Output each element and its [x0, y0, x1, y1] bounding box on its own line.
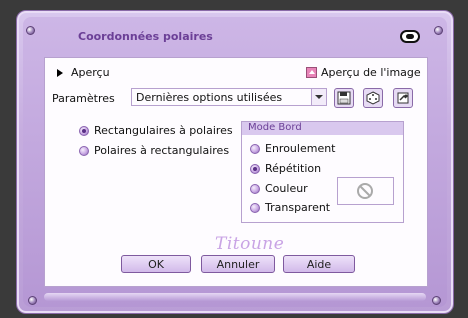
- save-preset-button[interactable]: [334, 88, 354, 108]
- radio-icon: [79, 145, 89, 156]
- wrap-radio[interactable]: Enroulement: [250, 142, 336, 155]
- transparent-label: Transparent: [265, 201, 331, 214]
- parameters-label: Paramètres: [52, 92, 115, 105]
- bottom-decor-bar: [44, 293, 426, 301]
- edge-mode-group: Mode Bord Enroulement Répétition Couleur…: [241, 121, 404, 223]
- reset-button[interactable]: [393, 88, 413, 108]
- dialog-panel: Aperçu Aperçu de l'image Paramètres Dern…: [44, 57, 428, 287]
- radio-icon: [250, 183, 260, 194]
- color-swatch[interactable]: [337, 177, 394, 205]
- preset-select-value: Dernières options utilisées: [136, 91, 283, 104]
- radio-icon: [250, 143, 260, 154]
- preset-select[interactable]: Dernières options utilisées: [131, 88, 327, 106]
- signature-watermark: Titoune: [215, 234, 285, 254]
- edge-mode-title: Mode Bord: [248, 122, 302, 133]
- repeat-label: Répétition: [265, 162, 322, 175]
- floppy-disk-icon: [337, 91, 351, 105]
- chevron-down-icon[interactable]: [311, 89, 326, 105]
- expand-arrow-icon: [57, 68, 63, 77]
- polar-to-rect-radio[interactable]: Polaires à rectangulaires: [79, 144, 229, 157]
- title-bar: Coordonnées polaires: [30, 24, 430, 50]
- rect-to-polar-label: Rectangulaires à polaires: [94, 124, 233, 137]
- edge-mode-header: Mode Bord: [242, 122, 403, 135]
- ok-button[interactable]: OK: [121, 255, 191, 273]
- cancel-button[interactable]: Annuler: [201, 255, 275, 273]
- parameters-label-row: Paramètres: [52, 92, 115, 105]
- random-button[interactable]: [363, 88, 383, 108]
- dice-icon: [366, 91, 380, 105]
- dialog-title: Coordonnées polaires: [78, 30, 213, 43]
- polar-to-rect-label: Polaires à rectangulaires: [94, 144, 230, 157]
- image-preview-label: Aperçu de l'image: [321, 66, 421, 79]
- wrap-label: Enroulement: [265, 142, 336, 155]
- reset-icon: [397, 92, 409, 104]
- rect-to-polar-radio[interactable]: Rectangulaires à polaires: [79, 124, 233, 137]
- help-button[interactable]: Aide: [283, 255, 355, 273]
- repeat-radio[interactable]: Répétition: [250, 162, 321, 175]
- corner-dot-icon: [28, 296, 37, 305]
- transparent-radio[interactable]: Transparent: [250, 201, 330, 214]
- image-preview-toggle[interactable]: Aperçu de l'image: [306, 66, 421, 79]
- preview-toggle-label: Aperçu: [71, 66, 110, 79]
- radio-icon: [79, 125, 89, 136]
- preview-check-icon: [306, 67, 317, 78]
- forbidden-icon: [357, 183, 373, 199]
- preview-toggle[interactable]: Aperçu: [57, 66, 110, 79]
- corner-dot-icon: [434, 26, 443, 35]
- radio-icon: [250, 202, 260, 213]
- corner-dot-icon: [432, 296, 441, 305]
- radio-icon: [250, 163, 260, 174]
- color-radio[interactable]: Couleur: [250, 182, 308, 195]
- color-label: Couleur: [265, 182, 308, 195]
- close-icon[interactable]: [400, 30, 420, 43]
